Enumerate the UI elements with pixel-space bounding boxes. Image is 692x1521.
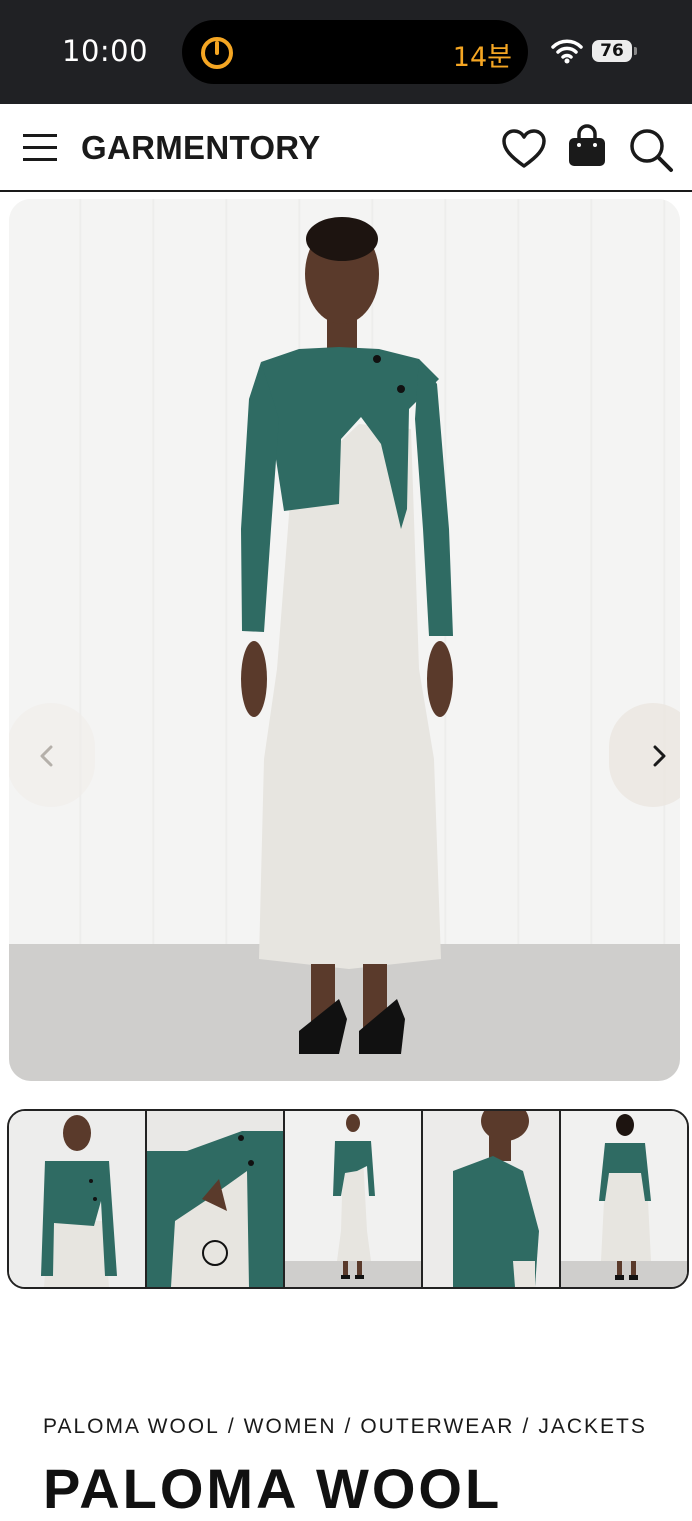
site-logo[interactable]: GARMENTORY	[81, 129, 321, 167]
thumbnail-2[interactable]	[147, 1111, 285, 1287]
breadcrumb-item-jackets[interactable]: JACKETS	[538, 1415, 647, 1438]
site-header: GARMENTORY	[0, 104, 692, 192]
next-image-button[interactable]	[609, 703, 680, 807]
thumbnail-1-image	[9, 1111, 145, 1287]
product-main-image[interactable]	[9, 199, 680, 1081]
breadcrumb: PALOMA WOOL / WOMEN / OUTERWEAR / JACKETS	[43, 1415, 647, 1439]
thumbnail-4[interactable]	[423, 1111, 561, 1287]
timer-remaining: 14분	[452, 42, 512, 73]
thumbnail-strip	[7, 1109, 689, 1289]
search-icon[interactable]	[628, 127, 674, 173]
thumbnail-1[interactable]	[9, 1111, 147, 1287]
thumbnail-5[interactable]	[561, 1111, 687, 1287]
breadcrumb-separator: /	[227, 1415, 236, 1438]
thumbnail-4-image	[423, 1111, 559, 1287]
heart-icon[interactable]	[502, 129, 546, 169]
status-bar: 10:00 14분 76	[0, 0, 692, 104]
bag-icon[interactable]	[568, 124, 606, 168]
timer-icon	[201, 37, 233, 69]
model-figure	[241, 217, 453, 1054]
thumbnail-3-image	[285, 1111, 421, 1287]
dynamic-island[interactable]: 14분	[182, 20, 528, 84]
previous-image-button[interactable]	[9, 703, 95, 807]
breadcrumb-separator: /	[344, 1415, 353, 1438]
chevron-right-icon	[653, 745, 666, 767]
thumbnail-2-image	[147, 1111, 283, 1287]
breadcrumb-item-women[interactable]: WOMEN	[244, 1415, 337, 1438]
breadcrumb-separator: /	[522, 1415, 531, 1438]
thumbnail-3[interactable]	[285, 1111, 423, 1287]
battery-level: 76	[600, 41, 624, 61]
chevron-left-icon	[40, 745, 53, 767]
battery-cap	[634, 47, 637, 55]
thumbnail-5-image	[561, 1111, 687, 1287]
breadcrumb-item-brand[interactable]: PALOMA WOOL	[43, 1415, 220, 1438]
breadcrumb-item-outerwear[interactable]: OUTERWEAR	[360, 1415, 514, 1438]
product-brand-title: PALOMA WOOL	[43, 1457, 503, 1520]
wifi-icon	[551, 39, 583, 64]
battery-indicator: 76	[592, 40, 632, 62]
clock: 10:00	[62, 34, 149, 68]
menu-icon[interactable]	[22, 131, 58, 163]
